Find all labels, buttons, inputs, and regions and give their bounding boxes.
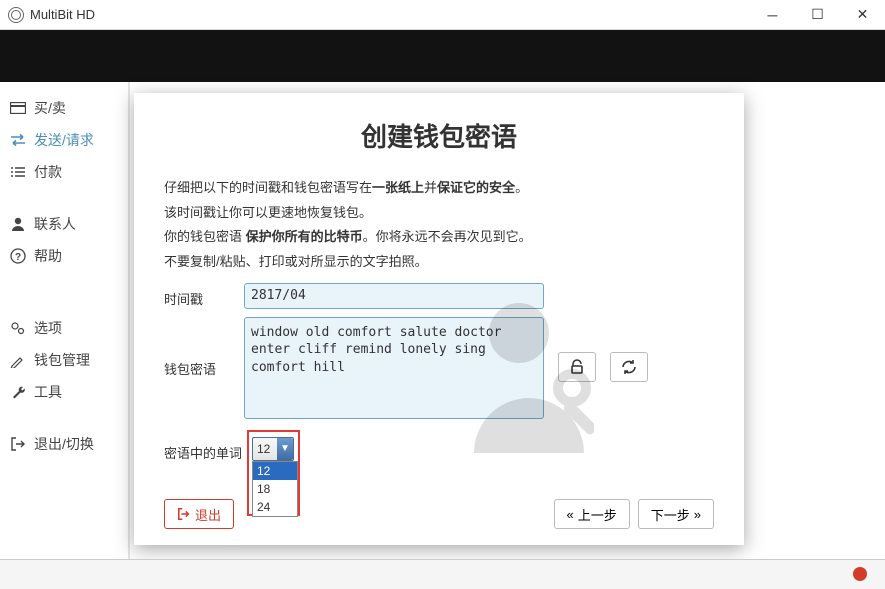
timestamp-label: 时间戳 [164, 283, 234, 308]
prev-button-label: 上一步 [578, 505, 617, 524]
select-value: 12 [257, 442, 270, 456]
chevron-right-icon: » [694, 507, 701, 522]
card-icon [10, 102, 26, 114]
svg-text:?: ? [15, 252, 21, 263]
sidebar-item-label: 退出/切换 [34, 434, 94, 454]
title-bar: MultiBit HD ─ ☐ ✕ [0, 0, 885, 30]
next-button[interactable]: 下一步 » [638, 499, 714, 529]
sidebar-item-label: 钱包管理 [34, 350, 90, 370]
instruction-line-4: 不要复制/粘贴、打印或对所显示的文字拍照。 [164, 250, 714, 275]
sidebar-item-label: 付款 [34, 162, 62, 182]
instruction-line-1: 仔细把以下的时间戳和钱包密语写在一张纸上并保证它的安全。 [164, 176, 714, 201]
seed-label: 钱包密语 [164, 317, 234, 378]
unlock-icon [569, 359, 585, 375]
sidebar-item-exit-switch[interactable]: 退出/切换 [0, 428, 128, 460]
dropdown-option-12[interactable]: 12 [253, 462, 297, 480]
next-button-label: 下一步 [651, 505, 690, 524]
chevron-left-icon: « [567, 507, 574, 522]
chevron-down-icon: ▼ [277, 438, 293, 460]
signout-icon [10, 436, 26, 452]
person-icon [10, 216, 26, 232]
sidebar-item-tools[interactable]: 工具 [0, 376, 128, 408]
sidebar-item-contacts[interactable]: 联系人 [0, 208, 128, 240]
window-title: MultiBit HD [30, 7, 95, 22]
sidebar-item-label: 工具 [34, 382, 62, 402]
exit-button-label: 退出 [195, 505, 221, 524]
list-icon [10, 166, 26, 178]
dropdown-option-18[interactable]: 18 [253, 480, 297, 498]
instructions: 仔细把以下的时间戳和钱包密语写在一张纸上并保证它的安全。 该时间戳让你可以更速地… [164, 176, 714, 275]
app-icon [8, 7, 24, 23]
close-button[interactable]: ✕ [840, 0, 885, 30]
sidebar-item-wallet-manage[interactable]: 钱包管理 [0, 344, 128, 376]
word-count-dropdown: 12 18 24 [252, 461, 298, 517]
header-banner [0, 30, 885, 82]
transfer-icon [10, 134, 26, 146]
sidebar-item-label: 买/卖 [34, 98, 66, 118]
status-bar [0, 559, 885, 589]
word-count-select[interactable]: 12 ▼ [252, 437, 294, 461]
instruction-line-2: 该时间戳让你可以更速地恢复钱包。 [164, 201, 714, 226]
sidebar-item-help[interactable]: ? 帮助 [0, 240, 128, 272]
timestamp-input[interactable] [244, 283, 544, 309]
edit-icon [10, 352, 26, 368]
sidebar-item-label: 联系人 [34, 214, 76, 234]
refresh-icon [621, 359, 637, 375]
signout-icon [177, 507, 191, 521]
refresh-button[interactable] [610, 352, 648, 382]
prev-button[interactable]: « 上一步 [554, 499, 630, 529]
word-count-label: 密语中的单词 [164, 437, 242, 462]
create-wallet-modal: 创建钱包密语 仔细把以下的时间戳和钱包密语写在一张纸上并保证它的安全。 该时间戳… [134, 93, 744, 545]
sidebar-item-payments[interactable]: 付款 [0, 156, 128, 188]
sidebar-item-label: 帮助 [34, 246, 62, 266]
wrench-icon [10, 384, 26, 400]
question-icon: ? [10, 248, 26, 264]
gears-icon [10, 320, 26, 336]
unlock-button[interactable] [558, 352, 596, 382]
instruction-line-3: 你的钱包密语 保护你所有的比特币。你将永远不会再次见到它。 [164, 225, 714, 250]
maximize-button[interactable]: ☐ [795, 0, 840, 30]
modal-title: 创建钱包密语 [164, 117, 714, 154]
sidebar-item-send-request[interactable]: 发送/请求 [0, 124, 128, 156]
sidebar-item-label: 选项 [34, 318, 62, 338]
exit-button[interactable]: 退出 [164, 499, 234, 529]
dropdown-option-24[interactable]: 24 [253, 498, 297, 516]
status-indicator-icon [853, 567, 867, 581]
sidebar-item-buy-sell[interactable]: 买/卖 [0, 92, 128, 124]
seed-words-textarea[interactable]: window old comfort salute doctor enter c… [244, 317, 544, 419]
minimize-button[interactable]: ─ [750, 0, 795, 30]
sidebar: 买/卖 发送/请求 付款 联系人 ? 帮助 [0, 82, 128, 559]
sidebar-item-options[interactable]: 选项 [0, 312, 128, 344]
sidebar-item-label: 发送/请求 [34, 130, 94, 150]
